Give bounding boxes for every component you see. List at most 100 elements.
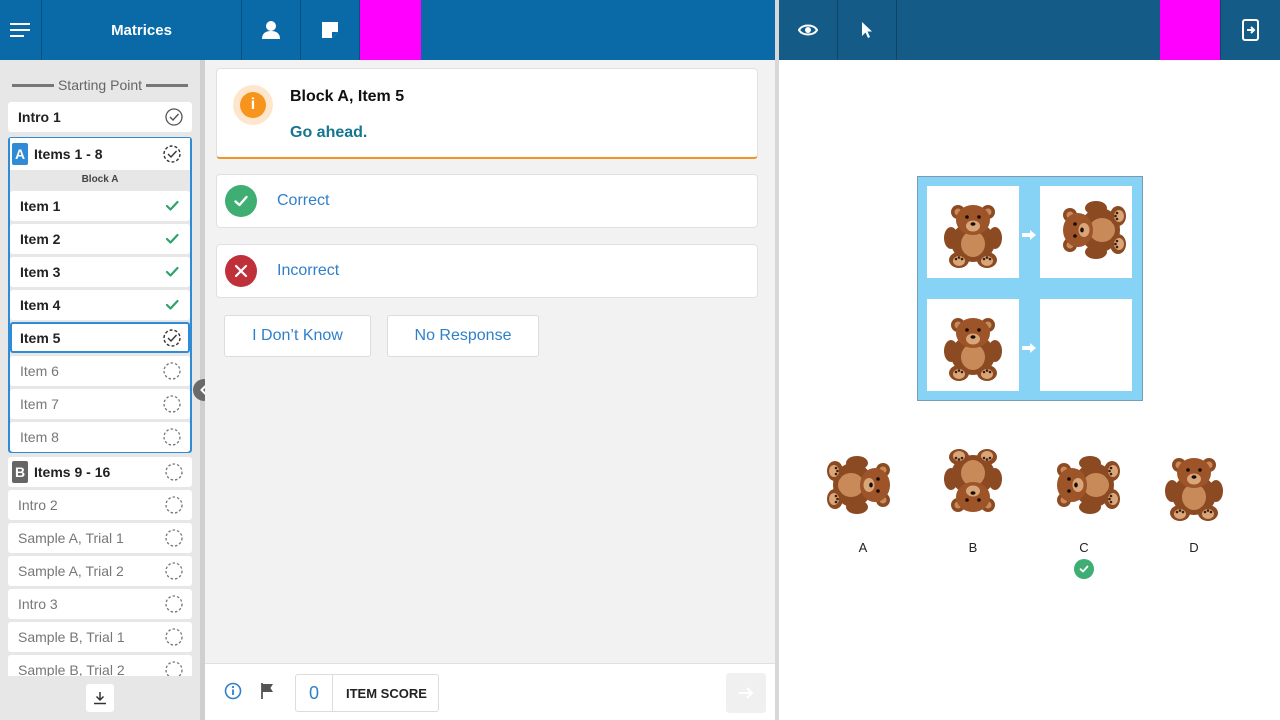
pending-icon	[164, 594, 184, 614]
choice-d[interactable]	[1149, 440, 1239, 535]
sidebar-item-label: Intro 3	[18, 596, 58, 612]
person-icon	[262, 21, 280, 39]
sidebar-item-item-6[interactable]: Item 6	[10, 356, 190, 386]
starting-point-header: Starting Point	[8, 76, 192, 94]
check-icon	[162, 295, 182, 315]
choice-b-label: B	[968, 540, 978, 555]
stimulus-panel: A B C D	[779, 60, 1280, 720]
matrix-cell-2	[1040, 186, 1132, 278]
sidebar-item-sample-b-trial-1[interactable]: Sample B, Trial 1	[8, 622, 192, 652]
sidebar-item-sample-a-trial-2[interactable]: Sample A, Trial 2	[8, 556, 192, 586]
close-icon	[225, 255, 257, 287]
sidebar-item-label: Intro 1	[18, 109, 61, 125]
main-panel: i Block A, Item 5 Go ahead. Correct Inco…	[205, 60, 775, 663]
arrow-right-icon	[739, 687, 754, 699]
matrix-cell-3	[927, 299, 1019, 391]
stimulus-toolbar	[779, 0, 1280, 60]
in-progress-icon	[162, 144, 182, 164]
correct-response-button[interactable]: Correct	[216, 174, 758, 228]
arrow-right-icon	[1022, 227, 1036, 240]
sidebar-item-label: Sample B, Trial 1	[18, 629, 125, 645]
matrix-cell-answer-empty	[1040, 299, 1132, 391]
info-icon	[224, 682, 242, 700]
choice-c-label: C	[1079, 540, 1089, 555]
pending-icon	[162, 427, 182, 447]
menu-button[interactable]	[0, 0, 42, 60]
bear-image	[944, 205, 1002, 268]
app-title: Matrices	[42, 0, 242, 60]
exit-icon	[1241, 19, 1259, 41]
sidebar-item-item-5[interactable]: Item 5	[10, 322, 190, 353]
pointer-button[interactable]	[838, 0, 897, 60]
item-info-button[interactable]	[224, 682, 242, 705]
download-button[interactable]	[86, 684, 114, 712]
sidebar-item-label: Item 1	[20, 198, 61, 214]
i-dont-know-button[interactable]: I Don’t Know	[224, 315, 371, 357]
sidebar-item-label: Item 8	[20, 429, 59, 445]
sidebar-item-item-2[interactable]: Item 2	[10, 224, 190, 254]
notes-button[interactable]	[301, 0, 360, 60]
choice-d-label: D	[1189, 540, 1199, 555]
no-response-button[interactable]: No Response	[387, 315, 539, 357]
correct-label: Correct	[277, 192, 330, 209]
sidebar-item-intro-3[interactable]: Intro 3	[8, 589, 192, 619]
eye-icon	[798, 24, 818, 36]
sidebar-item-label: Sample A, Trial 1	[18, 530, 124, 546]
sidebar-item-intro-1[interactable]: Intro 1	[8, 102, 192, 132]
preview-button[interactable]	[779, 0, 838, 60]
info-icon: i	[240, 92, 266, 118]
profile-button[interactable]	[242, 0, 301, 60]
circle-check-icon	[164, 107, 184, 127]
highlight-region-right	[1160, 0, 1220, 60]
info-badge: i	[233, 85, 273, 125]
pending-icon	[164, 462, 184, 482]
flag-button[interactable]	[260, 682, 276, 705]
block-b-header[interactable]: B Items 9 - 16	[8, 457, 192, 487]
starting-point-label: Starting Point	[57, 77, 143, 93]
bear-image	[1165, 458, 1223, 521]
sidebar-item-sample-b-trial-2[interactable]: Sample B, Trial 2	[8, 655, 192, 676]
sidebar-item-item-4[interactable]: Item 4	[10, 290, 190, 320]
pending-icon	[164, 495, 184, 515]
pending-icon	[164, 660, 184, 676]
block-b-label: Items 9 - 16	[34, 464, 111, 480]
sidebar-item-item-1[interactable]: Item 1	[10, 191, 190, 221]
check-icon	[162, 262, 182, 282]
pointer-icon	[862, 22, 872, 38]
choice-a[interactable]	[818, 440, 908, 535]
sidebar-footer	[0, 676, 200, 720]
sidebar-item-sample-a-trial-1[interactable]: Sample A, Trial 1	[8, 523, 192, 553]
block-a-header[interactable]: A Items 1 - 8	[10, 138, 190, 170]
menu-icon	[9, 23, 30, 37]
flag-icon	[261, 683, 273, 699]
choice-b[interactable]	[928, 440, 1018, 535]
sidebar-item-item-8[interactable]: Item 8	[10, 422, 190, 452]
block-a-label: Items 1 - 8	[34, 146, 103, 162]
block-a-letter: A	[12, 143, 28, 165]
download-icon	[94, 692, 106, 705]
sidebar-item-item-3[interactable]: Item 3	[10, 257, 190, 287]
exit-button[interactable]	[1220, 0, 1280, 60]
sidebar: Starting Point Intro 1 A Items 1 - 8 Blo…	[0, 60, 200, 720]
sidebar-item-label: Item 7	[20, 396, 59, 412]
pending-icon	[164, 528, 184, 548]
footer-bar: 0 ITEM SCORE	[205, 663, 775, 720]
choice-c[interactable]	[1039, 440, 1129, 535]
matrix-grid	[917, 176, 1143, 401]
instruction-card: i Block A, Item 5 Go ahead.	[216, 68, 758, 159]
bear-image	[944, 318, 1002, 381]
correct-answer-check-icon	[1074, 559, 1094, 579]
incorrect-response-button[interactable]: Incorrect	[216, 244, 758, 298]
choice-a-label: A	[858, 540, 868, 555]
sidebar-item-item-7[interactable]: Item 7	[10, 389, 190, 419]
sidebar-list[interactable]: Starting Point Intro 1 A Items 1 - 8 Blo…	[0, 60, 200, 676]
sidebar-item-intro-2[interactable]: Intro 2	[8, 490, 192, 520]
in-progress-icon	[162, 328, 182, 348]
next-item-button[interactable]	[726, 673, 766, 713]
highlight-region	[360, 0, 421, 60]
sidebar-item-label: Sample B, Trial 2	[18, 662, 125, 676]
sidebar-item-label: Sample A, Trial 2	[18, 563, 124, 579]
note-icon	[322, 22, 338, 38]
item-score-label: ITEM SCORE	[346, 685, 427, 701]
